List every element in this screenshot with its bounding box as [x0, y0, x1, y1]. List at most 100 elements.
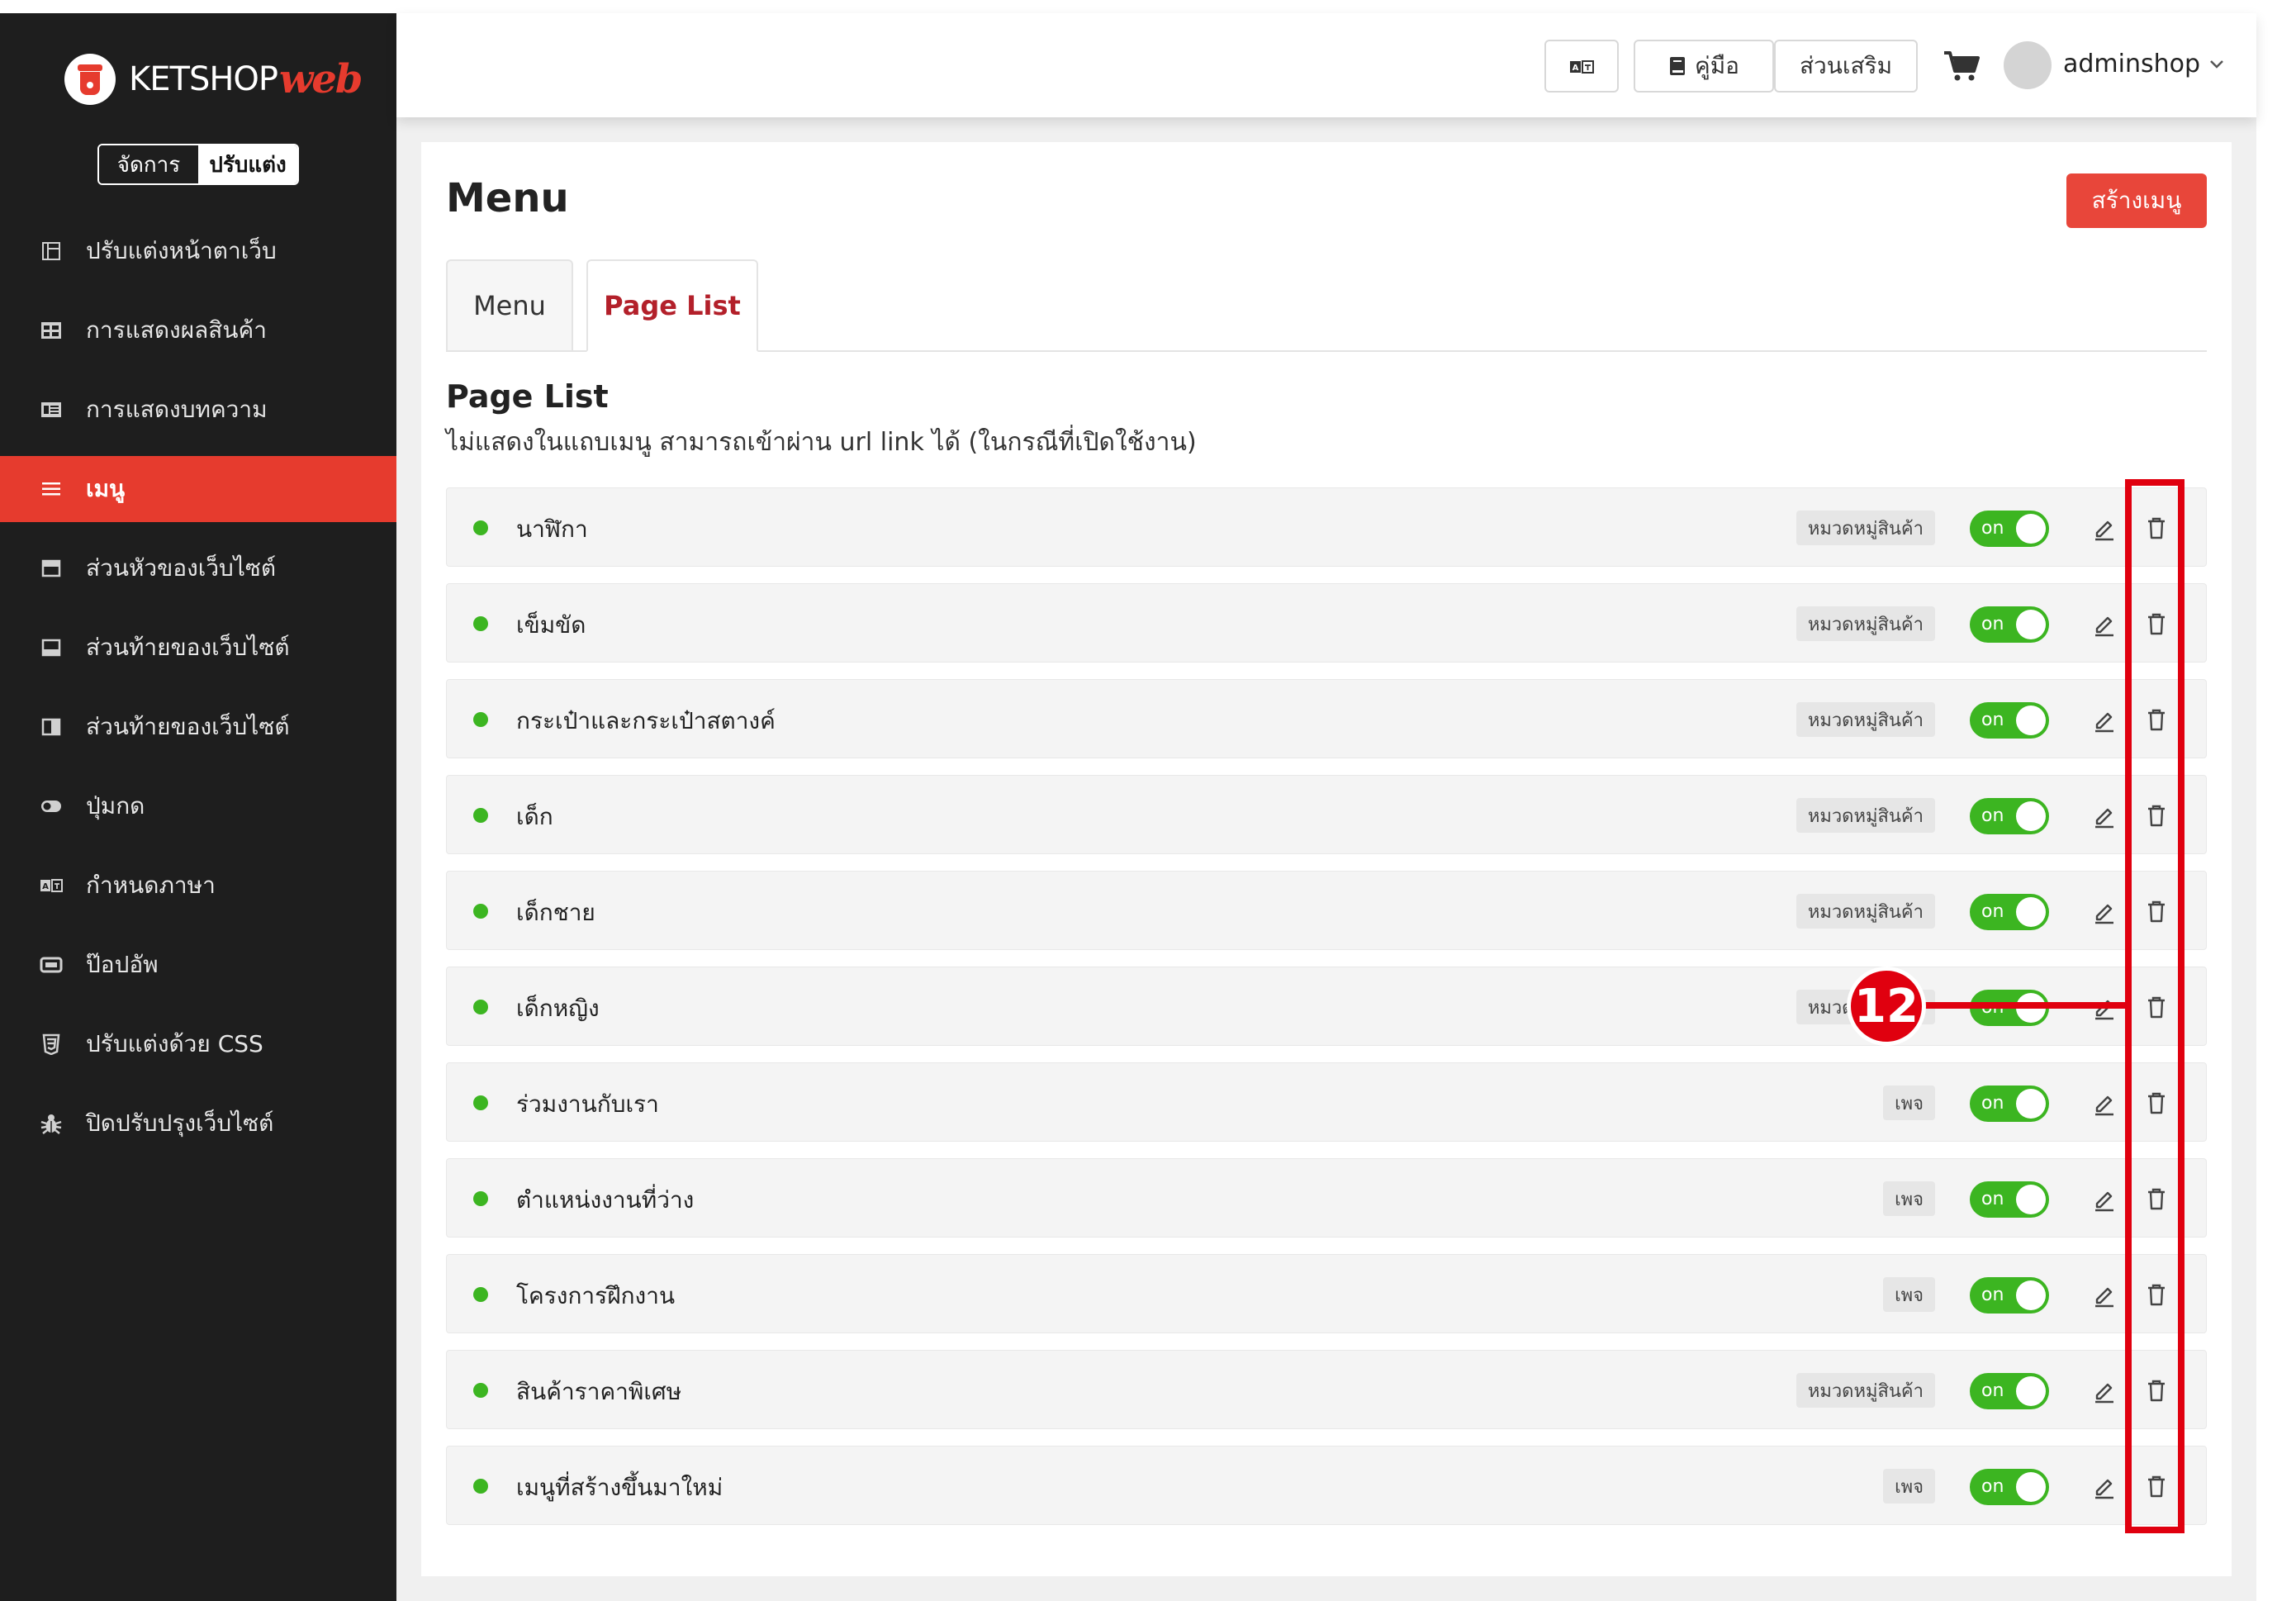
grid-icon	[40, 319, 63, 342]
enable-toggle[interactable]: on	[1970, 1373, 2049, 1409]
language-switch-button[interactable]: A	[1544, 40, 1619, 93]
status-dot	[473, 1383, 488, 1398]
cart-icon[interactable]	[1943, 50, 1981, 83]
sidebar-item-label: ปิดปรับปรุงเว็บไซต์	[86, 1109, 274, 1137]
toggle-state-label: on	[1981, 710, 2004, 730]
list-item: สินค้าราคาพิเศษ หมวดหมู่สินค้า on	[446, 1350, 2207, 1429]
svg-text:A: A	[42, 882, 49, 891]
toggle-state-label: on	[1981, 1189, 2004, 1209]
trash-icon[interactable]	[2143, 994, 2170, 1020]
tab-page-list[interactable]: Page List	[586, 259, 758, 352]
sidebar-item-label: ปรับแต่งด้วย CSS	[86, 1030, 263, 1057]
enable-toggle[interactable]: on	[1970, 511, 2049, 547]
list-item: กระเป๋าและกระเป๋าสตางค์ หมวดหมู่สินค้า on	[446, 679, 2207, 758]
trash-icon[interactable]	[2143, 898, 2170, 924]
sidebar-item-css[interactable]: ปรับแต่งด้วย CSS	[0, 1011, 396, 1077]
toggle-knob	[2016, 1376, 2046, 1406]
sidebar-item-footer[interactable]: ส่วนท้ายของเว็บไซต์	[0, 615, 396, 681]
enable-toggle[interactable]: on	[1970, 702, 2049, 739]
mode-toggle: จัดการ ปรับแต่ง	[97, 144, 299, 185]
enable-toggle[interactable]: on	[1970, 1277, 2049, 1314]
sidebar: KETSHOP web จัดการ ปรับแต่ง ปรับแต่งหน้า…	[0, 13, 396, 1601]
enable-toggle[interactable]: on	[1970, 1086, 2049, 1122]
brand-name-accent: web	[279, 56, 363, 102]
toggle-state-label: on	[1981, 1285, 2004, 1305]
layout-icon	[40, 240, 63, 263]
enable-toggle[interactable]: on	[1970, 1181, 2049, 1218]
sidebar-item-language[interactable]: A กำหนดภาษา	[0, 853, 396, 919]
edit-icon[interactable]	[2090, 610, 2117, 637]
toggle-state-label: on	[1981, 805, 2004, 826]
edit-icon[interactable]	[2090, 1473, 2117, 1499]
page-list: นาฬิกา หมวดหมู่สินค้า on เข็มขัด หมวดหมู่สิน…	[446, 487, 2207, 1542]
edit-icon[interactable]	[2090, 1281, 2117, 1308]
edit-icon[interactable]	[2090, 898, 2117, 924]
enable-toggle[interactable]: on	[1970, 798, 2049, 834]
chevron-down-icon[interactable]	[2207, 55, 2227, 74]
edit-icon[interactable]	[2090, 706, 2117, 733]
sidebar-item-buttons[interactable]: ปุ่มกด	[0, 773, 396, 839]
manual-button[interactable]: คู่มือ	[1634, 40, 1774, 93]
content-panel: Menu สร้างเมนู Menu Page List Page List …	[421, 142, 2232, 1576]
sidebar-item-label: ส่วนท้ายของเว็บไซต์	[86, 713, 290, 740]
article-icon	[40, 398, 63, 421]
list-item-label: เข็มขัด	[516, 611, 586, 639]
enable-toggle[interactable]: on	[1970, 606, 2049, 643]
sidebar-item-layout[interactable]: ปรับแต่งหน้าตาเว็บ	[0, 218, 396, 284]
trash-icon[interactable]	[2143, 1090, 2170, 1116]
sidebar-item-menu[interactable]: เมนู	[0, 456, 396, 522]
ketshop-logo-icon	[64, 54, 116, 105]
brand-logo[interactable]: KETSHOP web	[64, 46, 363, 112]
username[interactable]: adminshop	[2063, 50, 2200, 78]
section-title: Page List	[446, 378, 609, 415]
edit-icon[interactable]	[2090, 515, 2117, 541]
avatar[interactable]	[2004, 41, 2052, 89]
toggle-knob	[2016, 1089, 2046, 1119]
trash-icon[interactable]	[2143, 1377, 2170, 1404]
enable-toggle[interactable]: on	[1970, 1469, 2049, 1505]
sidebar-item-label: ส่วนหัวของเว็บไซต์	[86, 554, 277, 582]
sidebar-item-articles[interactable]: การแสดงบทความ	[0, 377, 396, 443]
enable-toggle[interactable]: on	[1970, 894, 2049, 930]
trash-icon[interactable]	[2143, 515, 2170, 541]
brand-name-primary: KETSHOP	[129, 60, 278, 98]
addons-label: ส่วนเสริม	[1799, 52, 1893, 79]
book-icon	[1668, 55, 1686, 77]
list-item-label: นาฬิกา	[516, 515, 588, 543]
footer-icon	[40, 636, 63, 659]
status-dot	[473, 1191, 488, 1206]
sidebar-item-product-display[interactable]: การแสดงผลสินค้า	[0, 297, 396, 363]
status-dot	[473, 1479, 488, 1494]
status-dot	[473, 712, 488, 727]
menu-icon	[40, 477, 63, 501]
trash-icon[interactable]	[2143, 706, 2170, 733]
addons-button[interactable]: ส่วนเสริม	[1774, 40, 1918, 93]
tab-menu[interactable]: Menu	[446, 259, 573, 352]
trash-icon[interactable]	[2143, 1281, 2170, 1308]
type-badge: หมวดหมู่สินค้า	[1796, 702, 1935, 737]
list-item-label: กระเป๋าและกระเป๋าสตางค์	[516, 707, 776, 734]
sidebar-item-popup[interactable]: ป๊อปอัพ	[0, 932, 396, 998]
trash-icon[interactable]	[2143, 1185, 2170, 1212]
toggle-state-label: on	[1981, 1380, 2004, 1401]
list-item-label: เด็กหญิง	[516, 995, 600, 1022]
sidebar-item-label: การแสดงผลสินค้า	[86, 316, 267, 344]
edit-icon[interactable]	[2090, 1185, 2117, 1212]
status-dot	[473, 1287, 488, 1302]
edit-icon[interactable]	[2090, 802, 2117, 829]
edit-icon[interactable]	[2090, 1090, 2117, 1116]
create-menu-button[interactable]: สร้างเมนู	[2066, 173, 2207, 228]
edit-icon[interactable]	[2090, 1377, 2117, 1404]
sidebar-item-maintenance[interactable]: ปิดปรับปรุงเว็บไซต์	[0, 1090, 396, 1157]
top-bar: A คู่มือ ส่วนเสริม adminshop	[396, 13, 2256, 117]
mode-customize-button[interactable]: ปรับแต่ง	[198, 145, 297, 183]
sidebar-item-header[interactable]: ส่วนหัวของเว็บไซต์	[0, 535, 396, 601]
sidebar-item-footer-2[interactable]: ส่วนท้ายของเว็บไซต์	[0, 694, 396, 760]
trash-icon[interactable]	[2143, 1473, 2170, 1499]
trash-icon[interactable]	[2143, 802, 2170, 829]
toggle-knob	[2016, 514, 2046, 544]
mode-manage-button[interactable]: จัดการ	[99, 145, 198, 183]
toggle-state-label: on	[1981, 1093, 2004, 1114]
trash-icon[interactable]	[2143, 610, 2170, 637]
status-dot	[473, 1000, 488, 1014]
